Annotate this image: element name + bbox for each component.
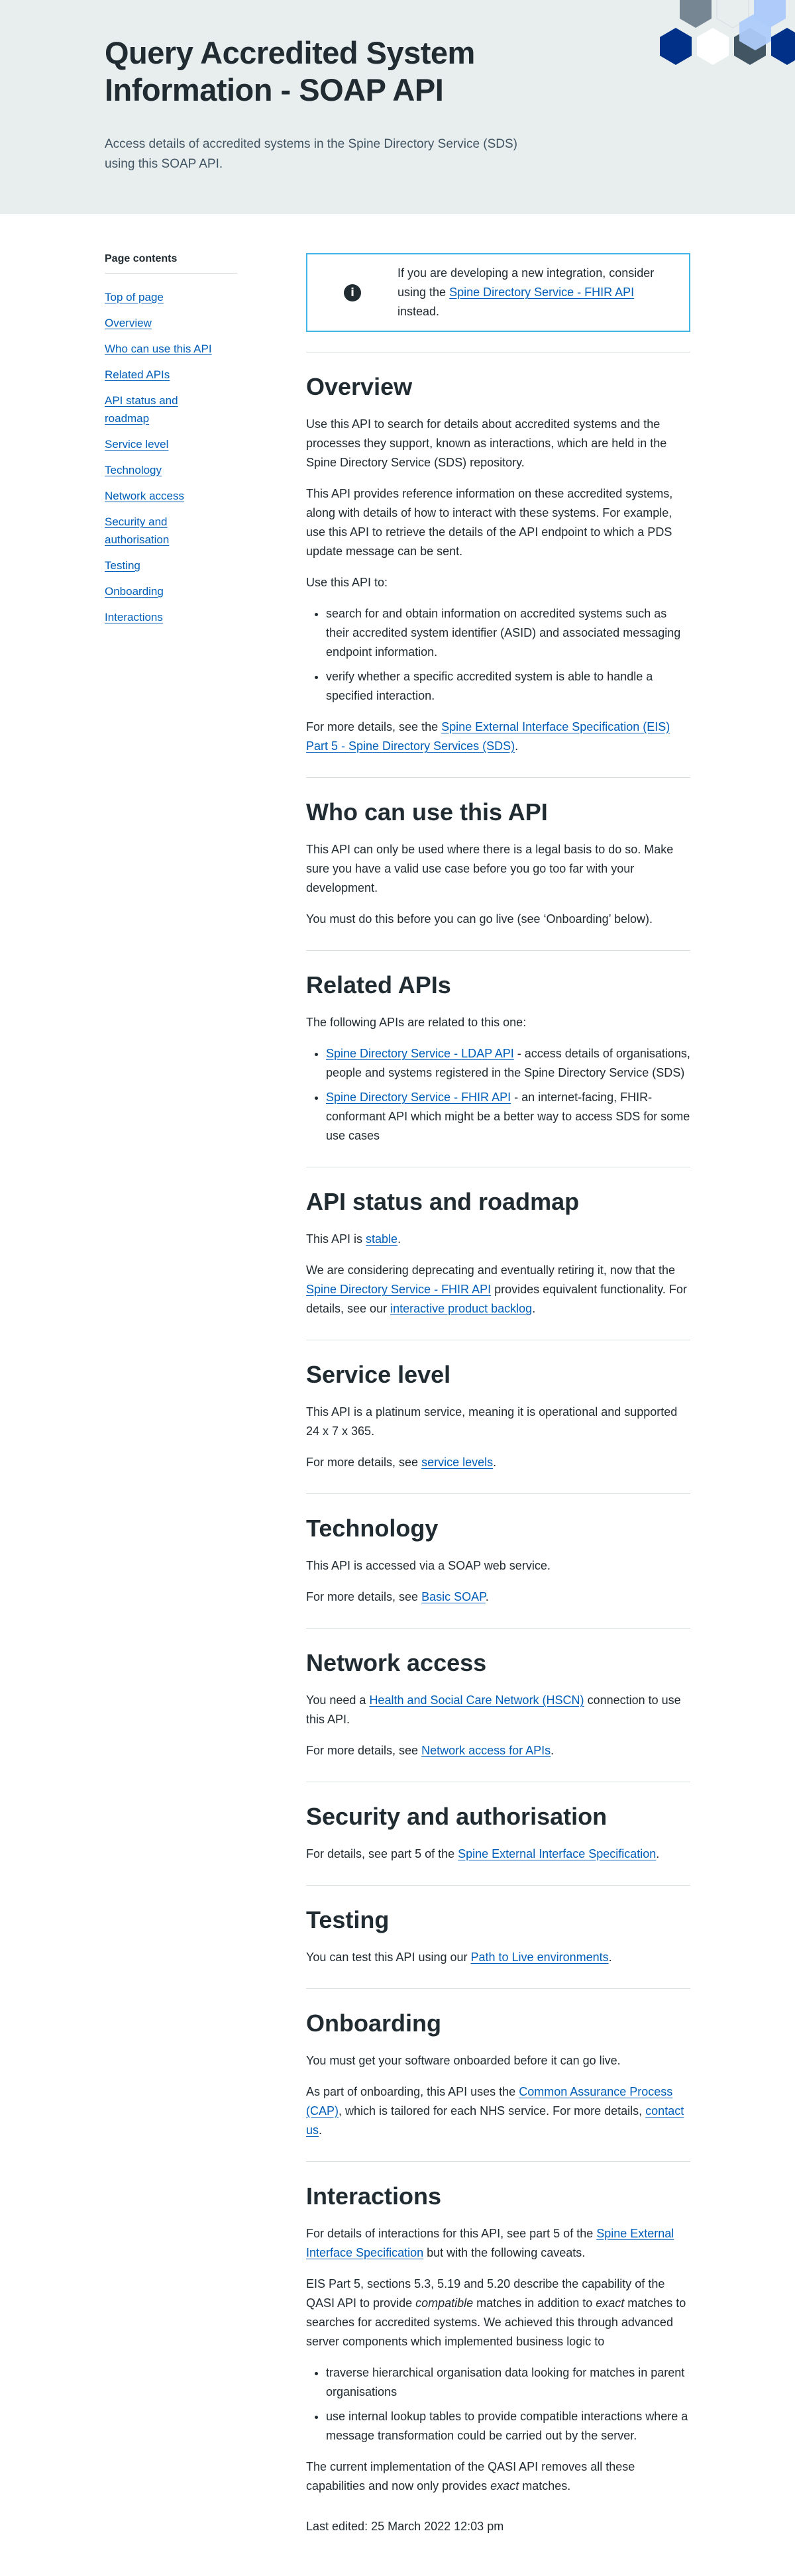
testing-heading: Testing bbox=[306, 1906, 390, 1933]
status-paragraph: We are considering deprecating and event… bbox=[306, 1263, 687, 1315]
interactions-paragraph: For details of interactions for this API… bbox=[306, 2227, 674, 2259]
overview-paragraph: Use this API to: bbox=[306, 576, 388, 589]
page-title: Query Accredited System Information - SO… bbox=[105, 35, 475, 107]
list-item: verify whether a specific accredited sys… bbox=[326, 667, 690, 706]
related-apis-section: Related APIs The following APIs are rela… bbox=[306, 950, 690, 1146]
nav-link-top-of-page[interactable]: Top of page bbox=[105, 291, 164, 303]
security-section: Security and authorisation For details, … bbox=[306, 1782, 690, 1864]
page-hero: Query Accredited System Information - SO… bbox=[0, 0, 795, 214]
path-to-live-link[interactable]: Path to Live environments bbox=[471, 1951, 609, 1964]
network-access-section: Network access You need a Health and Soc… bbox=[306, 1628, 690, 1760]
network-access-apis-link[interactable]: Network access for APIs bbox=[421, 1744, 551, 1757]
technology-heading: Technology bbox=[306, 1515, 439, 1542]
who-paragraph: This API can only be used where there is… bbox=[306, 843, 674, 894]
onboarding-heading: Onboarding bbox=[306, 2010, 441, 2037]
list-item: use internal lookup tables to provide co… bbox=[326, 2407, 690, 2445]
interactions-paragraph: EIS Part 5, sections 5.3, 5.19 and 5.20 … bbox=[306, 2277, 686, 2348]
technology-paragraph: For more details, see Basic SOAP. bbox=[306, 1590, 489, 1603]
status-paragraph: This API is stable. bbox=[306, 1232, 401, 1246]
nav-link-who-can-use[interactable]: Who can use this API bbox=[105, 343, 212, 355]
service-level-paragraph: For more details, see service levels. bbox=[306, 1456, 497, 1469]
network-paragraph: You need a Health and Social Care Networ… bbox=[306, 1693, 681, 1726]
nav-link-security[interactable]: Security and authorisation bbox=[105, 515, 169, 546]
security-paragraph: For details, see part 5 of the Spine Ext… bbox=[306, 1847, 660, 1860]
interactions-section: Interactions For details of interactions… bbox=[306, 2161, 690, 2496]
nav-link-technology[interactable]: Technology bbox=[105, 464, 162, 476]
page-contents-nav: Page contents Top of page Overview Who c… bbox=[105, 253, 237, 634]
overview-section: Overview Use this API to search for deta… bbox=[306, 352, 690, 756]
service-level-section: Service level This API is a platinum ser… bbox=[306, 1340, 690, 1472]
nav-link-service-level[interactable]: Service level bbox=[105, 438, 168, 451]
who-paragraph: You must do this before you can go live … bbox=[306, 912, 653, 926]
fhir-api-link[interactable]: Spine Directory Service - FHIR API bbox=[326, 1091, 511, 1104]
testing-paragraph: You can test this API using our Path to … bbox=[306, 1951, 612, 1964]
related-apis-heading: Related APIs bbox=[306, 971, 451, 998]
overview-paragraph: Use this API to search for details about… bbox=[306, 417, 667, 469]
onboarding-paragraph: You must get your software onboarded bef… bbox=[306, 2054, 621, 2067]
service-levels-link[interactable]: service levels bbox=[421, 1456, 493, 1469]
info-icon: i bbox=[344, 284, 361, 301]
nav-link-overview[interactable]: Overview bbox=[105, 317, 152, 329]
onboarding-section: Onboarding You must get your software on… bbox=[306, 1988, 690, 2140]
network-paragraph: For more details, see Network access for… bbox=[306, 1744, 555, 1757]
nav-link-related-apis[interactable]: Related APIs bbox=[105, 368, 170, 381]
overview-paragraph: This API provides reference information … bbox=[306, 487, 673, 558]
technology-paragraph: This API is accessed via a SOAP web serv… bbox=[306, 1559, 551, 1572]
list-item: Spine Directory Service - FHIR API - an … bbox=[326, 1088, 690, 1146]
who-can-use-heading: Who can use this API bbox=[306, 798, 548, 826]
service-level-heading: Service level bbox=[306, 1361, 451, 1388]
nav-link-onboarding[interactable]: Onboarding bbox=[105, 585, 164, 598]
nav-link-network-access[interactable]: Network access bbox=[105, 490, 184, 502]
hexagon-pattern-decoration bbox=[660, 0, 795, 65]
technology-section: Technology This API is accessed via a SO… bbox=[306, 1493, 690, 1607]
main-content: i If you are developing a new integratio… bbox=[306, 253, 690, 2536]
hscn-link[interactable]: Health and Social Care Network (HSCN) bbox=[369, 1693, 584, 1707]
who-can-use-section: Who can use this API This API can only b… bbox=[306, 777, 690, 929]
service-level-paragraph: This API is a platinum service, meaning … bbox=[306, 1405, 678, 1438]
page-contents-heading: Page contents bbox=[105, 253, 237, 274]
info-callout: i If you are developing a new integratio… bbox=[306, 253, 690, 332]
list-item: traverse hierarchical organisation data … bbox=[326, 2363, 690, 2402]
network-access-heading: Network access bbox=[306, 1649, 487, 1676]
nav-link-interactions[interactable]: Interactions bbox=[105, 611, 163, 623]
onboarding-paragraph: As part of onboarding, this API uses the… bbox=[306, 2085, 684, 2137]
interactions-heading: Interactions bbox=[306, 2182, 442, 2210]
info-callout-text: If you are developing a new integration,… bbox=[398, 266, 655, 318]
last-edited: Last edited: 25 March 2022 12:03 pm bbox=[306, 2520, 504, 2533]
overview-more-details: For more details, see the Spine External… bbox=[306, 720, 670, 753]
fhir-api-link[interactable]: Spine Directory Service - FHIR API bbox=[449, 286, 634, 299]
api-status-heading: API status and roadmap bbox=[306, 1188, 580, 1215]
basic-soap-link[interactable]: Basic SOAP bbox=[421, 1590, 486, 1603]
api-status-section: API status and roadmap This API is stabl… bbox=[306, 1167, 690, 1318]
ldap-api-link[interactable]: Spine Directory Service - LDAP API bbox=[326, 1047, 514, 1060]
security-heading: Security and authorisation bbox=[306, 1803, 608, 1830]
interactions-paragraph: The current implementation of the QASI A… bbox=[306, 2460, 635, 2493]
list-item: search for and obtain information on acc… bbox=[326, 604, 690, 662]
testing-section: Testing You can test this API using our … bbox=[306, 1885, 690, 1967]
overview-heading: Overview bbox=[306, 373, 413, 400]
stable-link[interactable]: stable bbox=[366, 1232, 398, 1246]
fhir-api-link[interactable]: Spine Directory Service - FHIR API bbox=[306, 1283, 491, 1296]
related-intro: The following APIs are related to this o… bbox=[306, 1016, 527, 1029]
list-item: Spine Directory Service - LDAP API - acc… bbox=[326, 1044, 690, 1083]
product-backlog-link[interactable]: interactive product backlog bbox=[390, 1302, 532, 1315]
nav-link-testing[interactable]: Testing bbox=[105, 559, 140, 572]
nav-link-api-status[interactable]: API status and roadmap bbox=[105, 394, 178, 425]
eis-link[interactable]: Spine External Interface Specification bbox=[458, 1847, 656, 1860]
page-lead: Access details of accredited systems in … bbox=[105, 137, 518, 171]
